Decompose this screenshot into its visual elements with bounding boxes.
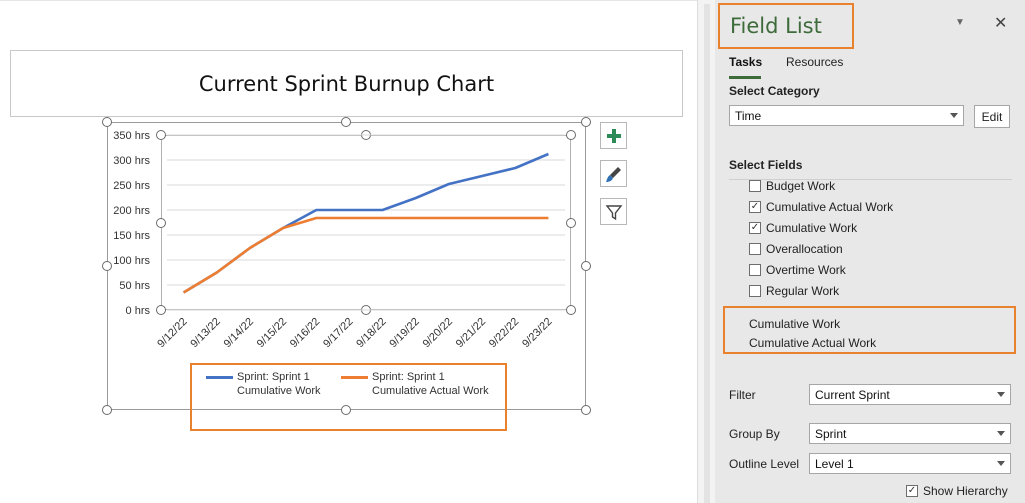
filter-label: Filter — [729, 388, 756, 402]
chart-elements-button[interactable] — [600, 122, 627, 149]
chart-styles-button[interactable] — [600, 160, 627, 187]
pane-title-highlight: Field List — [718, 3, 854, 49]
legend-label-line2: Cumulative Actual Work — [372, 385, 489, 397]
outline-level-label: Outline Level — [729, 457, 800, 471]
y-tick-label: 150 hrs — [113, 230, 150, 242]
chevron-down-icon — [997, 392, 1005, 397]
legend-entry-cumulative-actual-work[interactable]: Sprint: Sprint 1 Cumulative Actual Work — [341, 370, 489, 398]
group-by-label: Group By — [729, 427, 780, 441]
y-tick-label: 250 hrs — [113, 180, 150, 192]
app-window: Current Sprint Burnup Chart 0 hrs 50 hrs 1… — [0, 0, 1025, 503]
funnel-icon — [605, 204, 622, 220]
plus-icon — [606, 128, 621, 143]
outline-level-dropdown[interactable]: Level 1 — [809, 453, 1011, 474]
x-tick-label: 9/22/22 — [487, 316, 521, 350]
series-lines[interactable] — [182, 152, 549, 294]
dropdown-triangle-icon[interactable]: ▼ — [955, 17, 965, 28]
field-item-budget-work[interactable]: Budget Work — [749, 178, 835, 194]
checkbox-unchecked[interactable] — [749, 243, 761, 255]
x-tick-label: 9/17/22 — [321, 316, 355, 350]
checkbox-unchecked[interactable] — [749, 264, 761, 276]
y-tick-label: 300 hrs — [113, 155, 150, 167]
show-hierarchy-option[interactable]: ✓ Show Hierarchy — [906, 484, 1008, 498]
select-category-label: Select Category — [729, 84, 820, 98]
selected-fields-box: Cumulative Work Cumulative Actual Work — [723, 306, 1016, 354]
tab-resources[interactable]: Resources — [786, 55, 843, 79]
chevron-down-icon — [997, 431, 1005, 436]
y-tick-label: 100 hrs — [113, 255, 150, 267]
field-item-regular-work[interactable]: Regular Work — [749, 283, 839, 299]
chart-legend[interactable]: Sprint: Sprint 1 Cumulative Work Sprint:… — [190, 363, 507, 431]
close-icon[interactable]: ✕ — [994, 13, 1007, 33]
y-tick-label: 200 hrs — [113, 205, 150, 217]
x-tick-label: 9/12/22 — [155, 316, 189, 350]
x-tick-label: 9/13/22 — [188, 316, 222, 350]
field-item-cumulative-work[interactable]: ✓ Cumulative Work — [749, 220, 857, 236]
edit-button[interactable]: Edit — [974, 105, 1010, 128]
select-fields-label: Select Fields — [729, 158, 803, 172]
legend-swatch-orange — [341, 376, 368, 379]
field-item-overallocation[interactable]: Overallocation — [749, 241, 843, 257]
selected-field-cumulative-actual-work[interactable]: Cumulative Actual Work — [749, 336, 876, 350]
filter-value: Current Sprint — [815, 387, 890, 402]
chart-canvas: Current Sprint Burnup Chart 0 hrs 50 hrs 1… — [0, 0, 697, 503]
x-tick-label: 9/14/22 — [222, 316, 256, 350]
show-hierarchy-label: Show Hierarchy — [923, 484, 1008, 498]
pane-splitter[interactable] — [697, 0, 715, 503]
group-by-dropdown[interactable]: Sprint — [809, 423, 1011, 444]
field-list-pane: Field List ▼ ✕ Tasks Resources Select Ca… — [715, 0, 1025, 503]
x-tick-label: 9/23/22 — [520, 316, 554, 350]
legend-label-line2: Cumulative Work — [237, 385, 321, 397]
x-tick-label: 9/20/22 — [421, 316, 455, 350]
x-tick-label: 9/18/22 — [354, 316, 388, 350]
chevron-down-icon — [950, 113, 958, 118]
field-item-cumulative-actual-work[interactable]: ✓ Cumulative Actual Work — [749, 199, 893, 215]
field-item-overtime-work[interactable]: Overtime Work — [749, 262, 846, 278]
legend-swatch-blue — [206, 376, 233, 379]
gridlines — [167, 134, 565, 311]
pane-title: Field List — [730, 14, 822, 38]
y-axis-ticks: 0 hrs 50 hrs 100 hrs 150 hrs 200 hrs 250 hrs 3… — [113, 130, 150, 317]
filter-dropdown[interactable]: Current Sprint — [809, 384, 1011, 405]
series-line-cumulative-actual-work[interactable] — [182, 216, 549, 294]
brush-icon — [605, 166, 621, 182]
checkbox-checked[interactable]: ✓ — [749, 222, 761, 234]
legend-entry-cumulative-work[interactable]: Sprint: Sprint 1 Cumulative Work — [206, 370, 321, 398]
outline-level-value: Level 1 — [815, 456, 854, 471]
x-tick-label: 9/19/22 — [387, 316, 421, 350]
group-by-value: Sprint — [815, 426, 847, 441]
checkbox-checked[interactable]: ✓ — [749, 201, 761, 213]
checkbox-unchecked[interactable] — [749, 180, 761, 192]
x-tick-label: 9/21/22 — [454, 316, 488, 350]
checkbox-unchecked[interactable] — [749, 285, 761, 297]
checkbox-checked[interactable]: ✓ — [906, 485, 918, 497]
splitter-thumb[interactable] — [704, 4, 710, 503]
tab-tasks[interactable]: Tasks — [729, 55, 762, 79]
chevron-down-icon — [997, 461, 1005, 466]
series-line-cumulative-work[interactable] — [182, 152, 549, 294]
x-axis-ticks: 9/12/229/13/229/14/229/15/229/16/229/17/… — [155, 316, 554, 350]
y-tick-label: 50 hrs — [119, 280, 150, 292]
y-tick-label: 350 hrs — [113, 130, 150, 142]
legend-label-line1: Sprint: Sprint 1 — [237, 371, 310, 383]
x-tick-label: 9/15/22 — [255, 316, 289, 350]
y-tick-label: 0 hrs — [126, 305, 151, 317]
x-tick-label: 9/16/22 — [288, 316, 322, 350]
chart-filters-button[interactable] — [600, 198, 627, 225]
selected-field-cumulative-work[interactable]: Cumulative Work — [749, 317, 840, 331]
category-dropdown[interactable]: Time — [729, 105, 964, 126]
category-value: Time — [735, 108, 762, 123]
legend-label-line1: Sprint: Sprint 1 — [372, 371, 445, 383]
